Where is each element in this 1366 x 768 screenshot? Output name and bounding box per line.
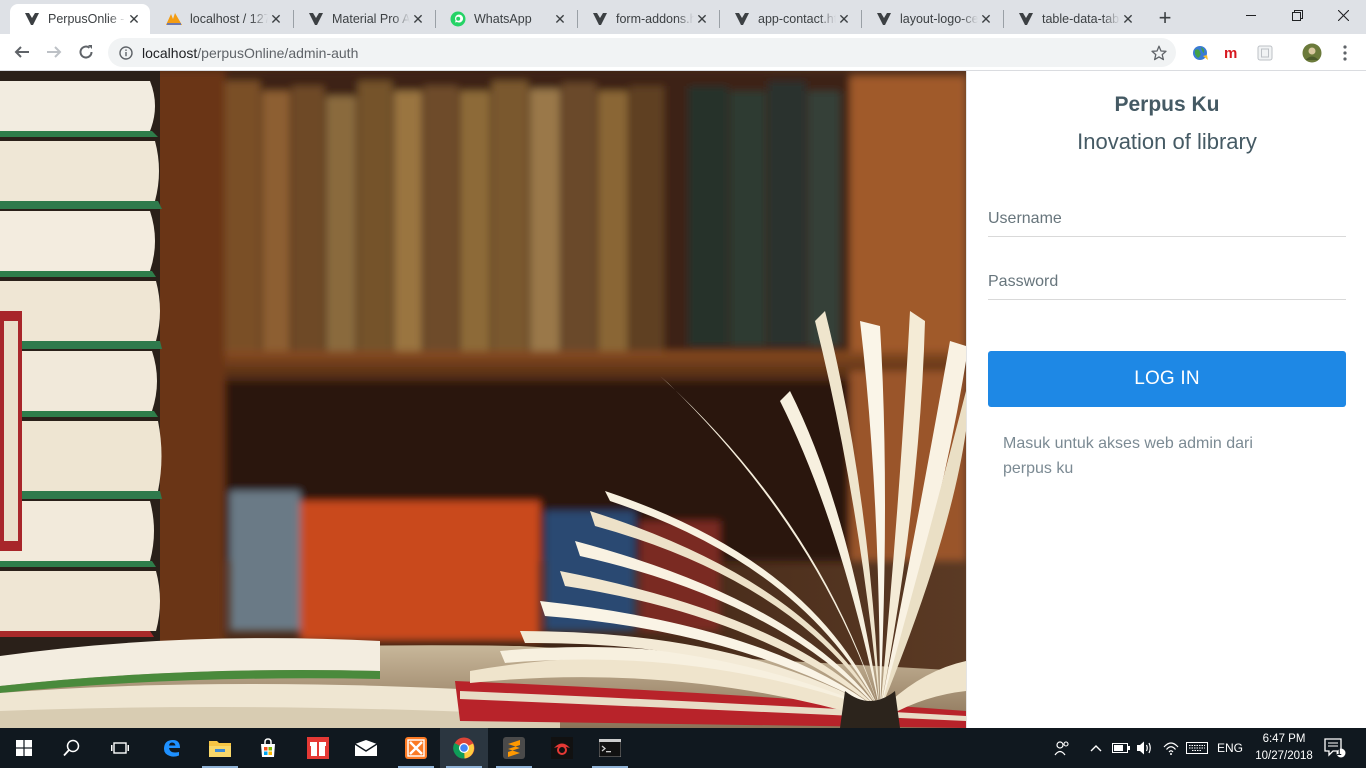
password-input[interactable] [988, 264, 1346, 300]
close-tab-icon[interactable]: ✕ [978, 11, 994, 27]
username-input[interactable] [988, 201, 1346, 237]
brand-title: Perpus Ku [1114, 93, 1220, 116]
url-host: localhost [142, 44, 198, 61]
globe-extension-icon[interactable] [1190, 43, 1210, 63]
terminal-icon[interactable] [586, 728, 634, 768]
tab-title: localhost / 127. [190, 12, 268, 26]
close-window-button[interactable] [1320, 0, 1366, 30]
material-logo-icon [876, 11, 892, 27]
login-panel: Perpus Ku Inovation of library LOG IN Ma… [966, 71, 1366, 728]
whatsapp-icon [450, 11, 466, 27]
battery-icon[interactable] [1110, 728, 1132, 768]
browser-tab-strip: PerpusOnlie - A ✕ localhost / 127. ✕ Mat… [0, 0, 1366, 34]
tab-title: PerpusOnlie - A [48, 12, 126, 26]
task-view-icon[interactable] [96, 728, 144, 768]
extension-box-icon[interactable] [1255, 43, 1275, 63]
clock-date: 10/27/2018 [1255, 750, 1313, 762]
file-explorer-icon[interactable] [196, 728, 244, 768]
material-logo-icon [308, 11, 324, 27]
library-background-image [0, 71, 966, 728]
sublime-text-icon[interactable] [490, 728, 538, 768]
notification-badge: 1 [1336, 747, 1342, 757]
back-button[interactable] [8, 38, 36, 66]
close-tab-icon[interactable]: ✕ [552, 11, 568, 27]
bookmark-star-icon[interactable] [1150, 44, 1168, 62]
reload-button[interactable] [72, 38, 100, 66]
tab-perpusonline[interactable]: PerpusOnlie - A ✕ [10, 4, 150, 34]
stacked-books-left [0, 71, 162, 728]
close-tab-icon[interactable]: ✕ [126, 11, 142, 27]
keyboard-icon[interactable] [1184, 728, 1210, 768]
close-tab-icon[interactable]: ✕ [694, 11, 710, 27]
phpmyadmin-icon [166, 11, 182, 27]
tab-material-pro[interactable]: Material Pro Ad ✕ [294, 4, 434, 34]
windows-taskbar: ENG 6:47 PM 10/27/2018 1 [0, 728, 1366, 768]
url-text: localhost/perpusOnline/admin-auth [142, 45, 358, 61]
chrome-icon[interactable] [440, 728, 488, 768]
login-hint-text: Masuk untuk akses web admin dari perpus … [1003, 435, 1253, 477]
restore-button[interactable] [1274, 0, 1320, 30]
mendeley-extension-icon[interactable]: m [1223, 43, 1243, 63]
search-icon[interactable] [48, 728, 96, 768]
tab-layout-logo[interactable]: layout-logo-ce ✕ [862, 4, 1002, 34]
mail-icon[interactable] [342, 728, 390, 768]
tab-title: WhatsApp [474, 12, 532, 26]
tab-phpmyadmin[interactable]: localhost / 127. ✕ [152, 4, 292, 34]
volume-icon[interactable] [1134, 728, 1156, 768]
material-logo-icon [592, 11, 608, 27]
browser-toolbar: localhost/perpusOnline/admin-auth m [0, 34, 1366, 71]
edge-icon[interactable] [148, 728, 196, 768]
tab-app-contact[interactable]: app-contact.htm ✕ [720, 4, 860, 34]
tab-table-data[interactable]: table-data-tab ✕ [1004, 4, 1144, 34]
url-path: /perpusOnline/admin-auth [197, 44, 359, 61]
tab-title: app-contact.htm [758, 12, 836, 26]
brand-tagline: Inovation of library [1077, 129, 1257, 154]
material-logo-icon [24, 11, 40, 27]
tab-whatsapp[interactable]: WhatsApp ✕ [436, 4, 576, 34]
gift-app-icon[interactable] [294, 728, 342, 768]
close-tab-icon[interactable]: ✕ [410, 11, 426, 27]
address-bar[interactable]: localhost/perpusOnline/admin-auth [108, 38, 1176, 67]
game-app-icon[interactable] [538, 728, 586, 768]
xampp-icon[interactable] [392, 728, 440, 768]
store-icon[interactable] [244, 728, 292, 768]
show-hidden-icons-chevron-icon[interactable] [1086, 728, 1106, 768]
wifi-icon[interactable] [1160, 728, 1182, 768]
chrome-menu-icon[interactable] [1335, 43, 1355, 63]
clock-time: 6:47 PM [1262, 733, 1306, 745]
minimize-button[interactable] [1228, 0, 1274, 30]
login-button[interactable]: LOG IN [988, 351, 1346, 407]
new-tab-button[interactable]: + [1152, 5, 1178, 31]
forward-button[interactable] [40, 38, 68, 66]
material-logo-icon [1018, 11, 1034, 27]
close-tab-icon[interactable]: ✕ [836, 11, 852, 27]
tab-title: table-data-tab [1042, 12, 1120, 26]
start-button[interactable] [0, 728, 48, 768]
site-info-icon[interactable] [118, 45, 134, 61]
close-tab-icon[interactable]: ✕ [268, 11, 284, 27]
page-viewport: Perpus Ku Inovation of library LOG IN Ma… [0, 71, 1366, 728]
people-icon[interactable] [1050, 728, 1074, 768]
tab-title: layout-logo-ce [900, 12, 978, 26]
system-clock[interactable]: 6:47 PM 10/27/2018 [1246, 731, 1322, 765]
tab-title: form-addons.ht [616, 12, 694, 26]
material-logo-icon [734, 11, 750, 27]
tab-title: Material Pro Ad [332, 12, 410, 26]
action-center-icon[interactable]: 1 [1320, 728, 1350, 768]
language-indicator[interactable]: ENG [1214, 728, 1246, 768]
tab-form-addons[interactable]: form-addons.ht ✕ [578, 4, 718, 34]
close-tab-icon[interactable]: ✕ [1120, 11, 1136, 27]
profile-avatar[interactable] [1302, 43, 1322, 63]
svg-text:m: m [1224, 46, 1237, 60]
